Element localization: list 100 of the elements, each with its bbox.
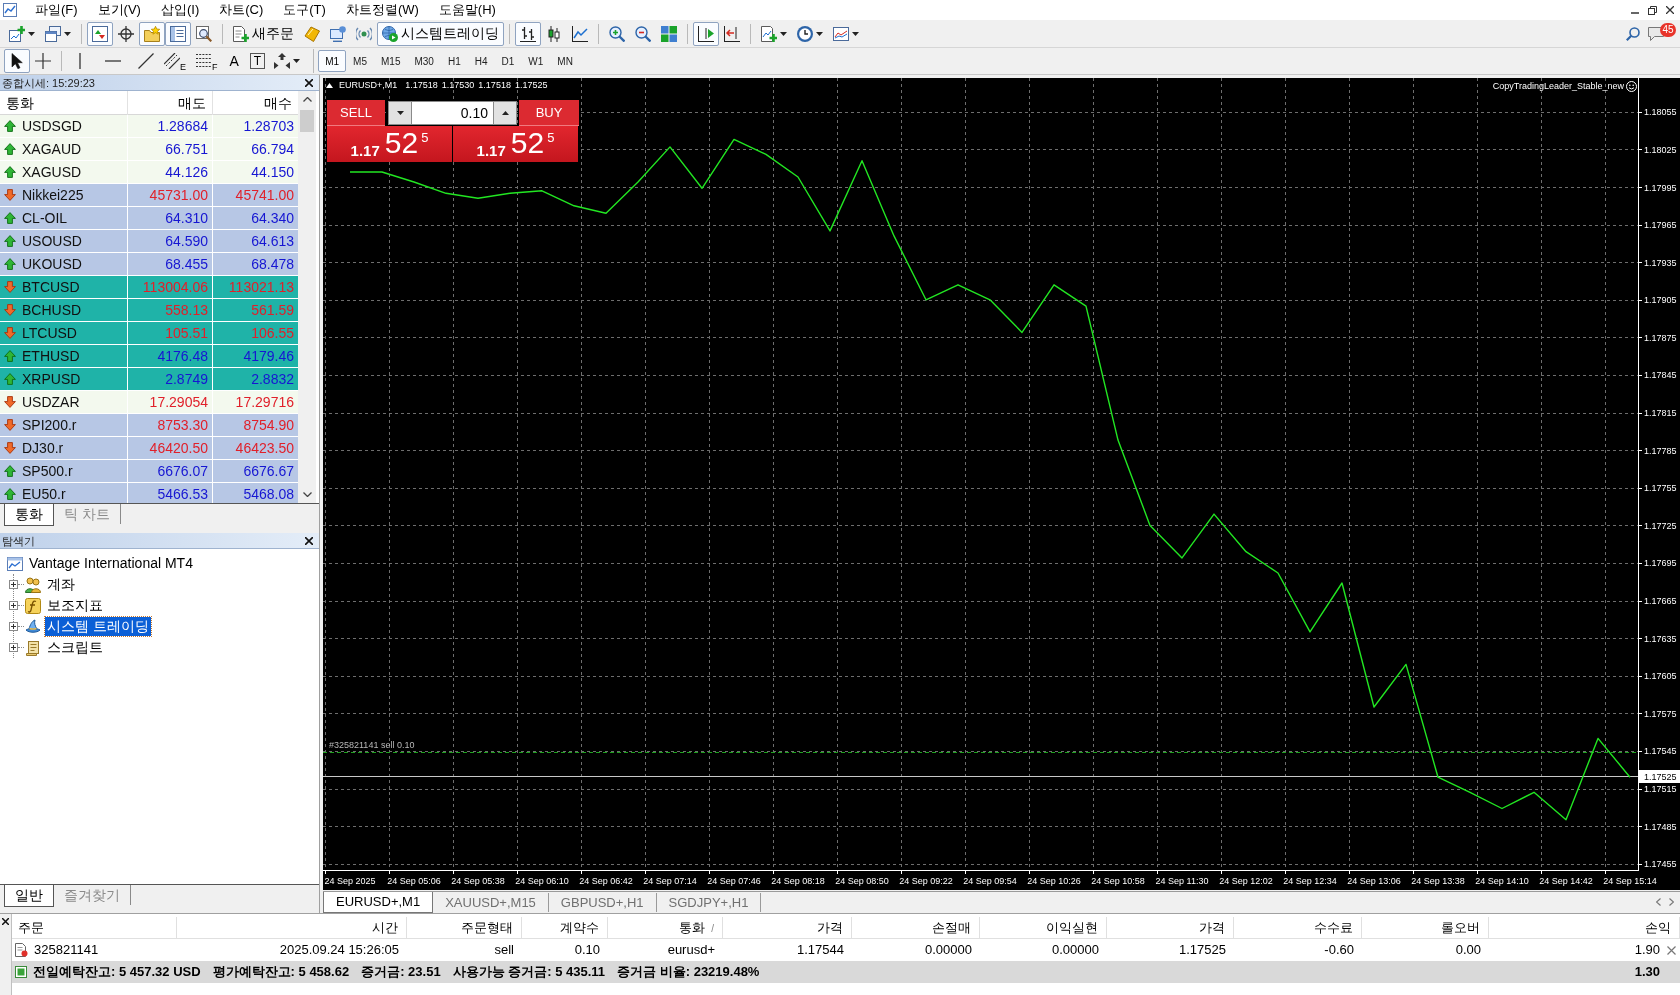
tree-item[interactable]: 스크립트 — [45, 638, 105, 657]
chart-tab[interactable]: SGDJPY+,H1 — [656, 893, 762, 912]
quote-row[interactable]: XAGUSD 44.126 44.150 — [0, 161, 298, 184]
tree-item[interactable]: Vantage International MT4 — [27, 554, 195, 573]
chart-shift-button[interactable] — [693, 21, 719, 46]
cursor-icon — [9, 53, 25, 69]
chevron-left-icon[interactable] — [1656, 897, 1661, 906]
plus-box-icon[interactable] — [9, 601, 18, 610]
quote-row[interactable]: EU50.r 5466.53 5468.08 — [0, 483, 298, 503]
menu-item[interactable]: 삽입(I) — [150, 0, 210, 20]
column-header[interactable]: 손절매 — [852, 917, 980, 939]
quote-row[interactable]: CL-OIL 64.310 64.340 — [0, 207, 298, 230]
text-label-button[interactable]: T — [249, 53, 266, 69]
chevron-down-icon[interactable] — [302, 492, 312, 497]
column-header[interactable]: 계약수 — [522, 917, 608, 939]
tree-item[interactable]: 보조지표 — [45, 596, 105, 615]
terminal-button[interactable] — [165, 21, 191, 46]
quote-row[interactable]: USOUSD 64.590 64.613 — [0, 230, 298, 253]
plus-box-icon[interactable] — [9, 580, 18, 589]
period-button[interactable]: M30 — [407, 50, 441, 72]
column-header[interactable]: 주문형태 — [407, 917, 522, 939]
cursor-button[interactable] — [4, 49, 30, 73]
column-header[interactable]: 가격 — [1107, 917, 1234, 939]
price-label: 1.17605 — [1644, 671, 1677, 682]
chevron-right-icon[interactable] — [1669, 897, 1674, 906]
decrease-lots-button[interactable] — [388, 101, 412, 125]
tree-item[interactable]: 계좌 — [45, 575, 77, 594]
column-header[interactable]: 주문 — [12, 917, 177, 939]
search-button[interactable] — [1626, 26, 1640, 41]
quote-row[interactable]: DJ30.r 46420.50 46423.50 — [0, 437, 298, 460]
quote-row[interactable]: USDZAR 17.29054 17.29716 — [0, 391, 298, 414]
column-header[interactable]: 롤오버 — [1362, 917, 1489, 939]
period-button[interactable]: M5 — [346, 50, 374, 72]
column-header[interactable]: 이익실현 — [980, 917, 1107, 939]
quote-row[interactable]: UKOUSD 68.455 68.478 — [0, 253, 298, 276]
tab[interactable]: 통화 — [4, 504, 54, 526]
period-button[interactable]: W1 — [521, 50, 551, 72]
chart-tab[interactable]: GBPUSD+,H1 — [548, 893, 657, 912]
order-ticket: 325821141 — [34, 941, 99, 960]
period-button[interactable]: MN — [550, 50, 580, 72]
quote-row[interactable]: BCHUSD 558.13 561.59 — [0, 299, 298, 322]
fibo-button[interactable]: F — [191, 49, 223, 73]
period-button[interactable]: M15 — [374, 50, 408, 72]
arrow-up-icon — [4, 258, 16, 270]
chart-tab[interactable]: EURUSD+,M1 — [323, 892, 434, 913]
quote-row[interactable]: XAGAUD 66.751 66.794 — [0, 138, 298, 161]
menu-item[interactable]: 차트(C) — [209, 0, 274, 20]
quote-row[interactable]: LTCUSD 105.51 106.55 — [0, 322, 298, 345]
quote-row[interactable]: SP500.r 6676.07 6676.67 — [0, 460, 298, 483]
menu-item[interactable]: 보기(V) — [87, 0, 151, 20]
chart-tab[interactable]: XAUUSD+,M15 — [433, 893, 549, 912]
buy-button[interactable]: BUY — [519, 100, 579, 126]
close-icon[interactable] — [305, 78, 313, 87]
close-icon[interactable] — [305, 536, 313, 545]
column-header[interactable]: 통화 — [0, 91, 127, 115]
app-logo-icon[interactable] — [3, 3, 17, 17]
sell-button[interactable]: SELL — [327, 100, 385, 126]
period-button[interactable]: D1 — [494, 50, 522, 72]
lot-size-field[interactable]: 0.10 — [412, 101, 493, 125]
menu-item[interactable]: 파일(F) — [25, 0, 88, 20]
bars-button[interactable] — [515, 21, 541, 46]
close-icon[interactable] — [1666, 6, 1674, 14]
menu-item[interactable]: 도움말(H) — [428, 0, 506, 20]
tab[interactable]: 일반 — [4, 885, 54, 907]
quote-row[interactable]: ETHUSD 4176.48 4179.46 — [0, 345, 298, 368]
folder-star-icon — [144, 25, 160, 42]
text-button[interactable]: A — [222, 49, 246, 73]
time-label: 24 Sep 13:38 — [1411, 876, 1465, 886]
notifications-button[interactable]: 45 — [1648, 22, 1674, 45]
quote-row[interactable]: BTCUSD 113004.06 113021.13 — [0, 276, 298, 299]
autotrading-button[interactable]: 시스템트레이딩 — [377, 21, 504, 46]
market-watch-button[interactable] — [87, 21, 113, 46]
period-button[interactable]: M1 — [318, 50, 347, 72]
quote-row[interactable]: SPI200.r 8753.30 8754.90 — [0, 414, 298, 437]
period-button[interactable]: H4 — [467, 50, 495, 72]
channel-button[interactable]: E — [159, 49, 191, 73]
period-button[interactable]: H1 — [440, 50, 468, 72]
column-header[interactable]: 시간 — [177, 917, 407, 939]
menu-item[interactable]: 도구(T) — [273, 0, 336, 20]
scrollbar[interactable] — [298, 91, 316, 503]
new-order-button[interactable]: 새주문 — [228, 21, 299, 46]
column-header[interactable]: 가격 — [723, 917, 852, 939]
triangle-up-icon[interactable] — [326, 82, 333, 88]
plus-box-icon[interactable] — [9, 643, 18, 652]
close-icon[interactable] — [2, 918, 9, 925]
tree-item[interactable]: 시스템 트레이딩 — [45, 617, 151, 636]
chevron-up-icon[interactable] — [302, 97, 312, 102]
navigator-button[interactable] — [139, 21, 165, 46]
quote-row[interactable]: XRPUSD 2.8749 2.8832 — [0, 368, 298, 391]
time-label: 24 Sep 13:06 — [1347, 876, 1401, 886]
column-header[interactable]: 손익 — [1489, 917, 1680, 939]
menu-item[interactable]: 차트정렬(W) — [335, 0, 429, 20]
plus-box-icon[interactable] — [9, 622, 18, 631]
quote-row[interactable]: USDSGD 1.28684 1.28703 — [0, 115, 298, 138]
quote-row[interactable]: Nikkei225 45731.00 45741.00 — [0, 184, 298, 207]
scrollbar-thumb[interactable] — [300, 110, 314, 132]
increase-lots-button[interactable] — [493, 101, 517, 125]
restore-icon[interactable] — [1648, 5, 1657, 15]
column-header[interactable]: 수수료 — [1234, 917, 1362, 939]
column-header[interactable]: 통화 / — [608, 917, 723, 939]
